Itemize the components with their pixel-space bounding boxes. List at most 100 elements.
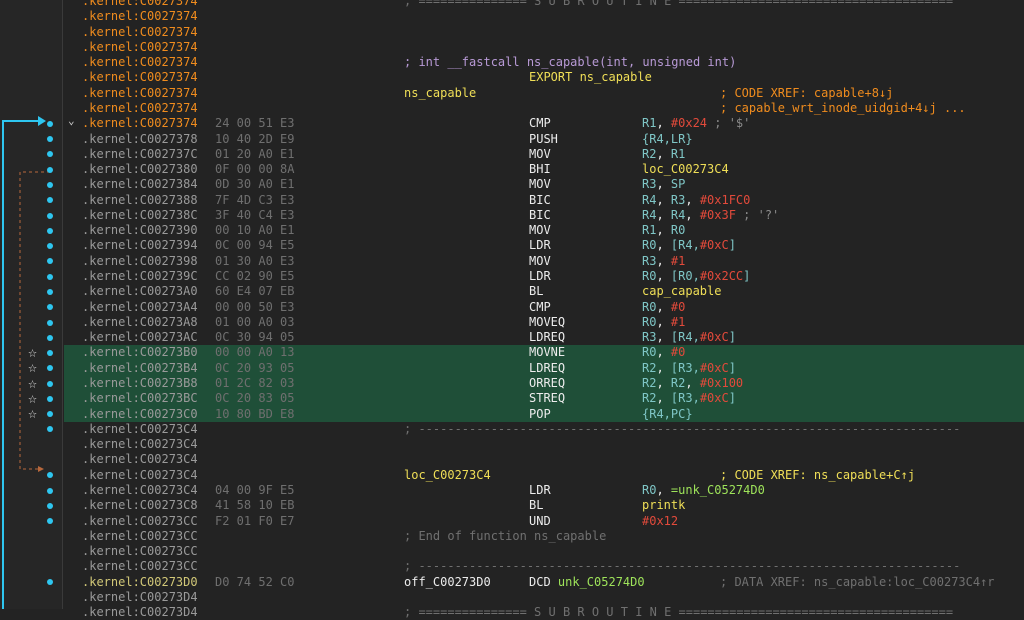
operands[interactable]: #0x12 (642, 514, 678, 529)
xref-comment[interactable]: ; DATA XREF: ns_capable:loc_C00273C4↑r (720, 575, 995, 590)
address[interactable]: .kernel:C00273C4 (82, 437, 198, 452)
address[interactable]: .kernel:C0027384 (82, 177, 198, 192)
listing-line[interactable]: .kernel:C00273BC 0C 20 83 05 STREQ R2, [R3,… (64, 391, 1024, 407)
operand-token[interactable]: printk (642, 498, 685, 512)
mnemonic[interactable]: LDR (529, 483, 551, 498)
mnemonic[interactable]: BL (529, 284, 543, 299)
operands[interactable]: R4, R3, #0x1FC0 (642, 193, 750, 208)
listing-line[interactable]: .kernel:C0027374 ; int __fastcall ns_capa… (64, 55, 1024, 70)
listing-line[interactable]: .kernel:C002737C 01 20 A0 E1 MOV R2, R1 (64, 147, 1024, 162)
address[interactable]: .kernel:C0027390 (82, 223, 198, 238)
mnemonic[interactable]: DCD unk_C05274D0 (529, 575, 645, 590)
mnemonic[interactable]: MOV (529, 254, 551, 269)
listing-line[interactable]: .kernel:C00273B4 0C 20 93 05 LDREQ R2, [R3,… (64, 360, 1024, 377)
listing-line[interactable]: .kernel:C0027374 ns_capable ; CODE XREF: c… (64, 86, 1024, 101)
dot-icon[interactable] (47, 227, 53, 234)
listing-line[interactable]: .kernel:C0027384 0D 30 A0 E1 MOV R3, SP (64, 177, 1024, 192)
mnemonic[interactable]: PUSH (529, 132, 558, 147)
operands[interactable]: R0, [R4,#0xC] (642, 238, 736, 253)
address[interactable]: .kernel:C002737C (82, 147, 198, 162)
chevron-down-icon[interactable]: ⌄ (68, 113, 75, 128)
listing-line[interactable]: .kernel:C0027374 ; capable_wrt_inode_uidg… (64, 101, 1024, 116)
listing-line[interactable]: .kernel:C00273CC ; ----------------------… (64, 559, 1024, 574)
operands[interactable]: R3, #1 (642, 254, 685, 269)
code-label[interactable]: off_C00273D0 (404, 575, 491, 590)
address[interactable]: .kernel:C0027388 (82, 193, 198, 208)
address[interactable]: .kernel:C002738C (82, 208, 198, 223)
address[interactable]: .kernel:C00273A4 (82, 300, 198, 315)
operands[interactable]: printk (642, 498, 685, 513)
star-icon[interactable]: ☆ (28, 406, 37, 421)
xref-comment[interactable]: ; capable_wrt_inode_uidgid+4↓j ... (720, 101, 966, 116)
address[interactable]: .kernel:C00273A8 (82, 315, 198, 330)
dot-icon[interactable] (47, 182, 53, 188)
address[interactable]: .kernel:C00273CC (82, 514, 198, 529)
listing-line[interactable]: .kernel:C0027378 10 40 2D E9 PUSH {R4,LR} (64, 132, 1024, 147)
mnemonic[interactable]: LDREQ (529, 361, 565, 376)
listing-line[interactable]: .kernel:C00273A0 60 E4 07 EB BL cap_capable (64, 284, 1024, 299)
operands[interactable]: R2, [R3,#0xC] (642, 391, 736, 406)
address[interactable]: .kernel:C002739C (82, 269, 198, 284)
address[interactable]: .kernel:C00273A0 (82, 284, 198, 299)
address[interactable]: .kernel:C00273CC (82, 559, 198, 574)
listing-line[interactable]: .kernel:C0027374 EXPORT ns_capable (64, 70, 1024, 85)
listing-line[interactable]: .kernel:C00273D4 ; =============== S U B … (64, 605, 1024, 620)
operands[interactable]: {R4,PC} (642, 407, 693, 422)
mnemonic[interactable]: MOVEQ (529, 315, 565, 330)
listing-line[interactable]: .kernel:C00273B0 00 00 A0 13 MOVNE R0, #0 (64, 345, 1024, 361)
listing-line[interactable]: .kernel:C00273C0 10 80 BD E8 POP {R4,PC} (64, 406, 1024, 422)
address[interactable]: .kernel:C0027374 (82, 101, 198, 116)
address[interactable]: .kernel:C0027374 (82, 116, 198, 131)
address[interactable]: .kernel:C00273CC (82, 529, 198, 544)
operands[interactable]: R0, [R0,#0x2CC] (642, 269, 750, 284)
dcd-target[interactable]: unk_C05274D0 (558, 575, 645, 589)
operands[interactable]: R1, R0 (642, 223, 685, 238)
address[interactable]: .kernel:C0027398 (82, 254, 198, 269)
address[interactable]: .kernel:C00273AC (82, 330, 198, 345)
mnemonic[interactable]: BHI (529, 162, 551, 177)
operands[interactable]: R0, #1 (642, 315, 685, 330)
listing-line[interactable]: .kernel:C00273C4 loc_C00273C4 ; CODE XREF:… (64, 468, 1024, 483)
address[interactable]: .kernel:C0027378 (82, 132, 198, 147)
mnemonic[interactable]: MOV (529, 223, 551, 238)
listing-line[interactable]: .kernel:C00273CC (64, 544, 1024, 559)
listing-line[interactable]: .kernel:C00273A4 00 00 50 E3 CMP R0, #0 (64, 300, 1024, 315)
mnemonic[interactable]: STREQ (529, 391, 565, 406)
mnemonic[interactable]: LDREQ (529, 330, 565, 345)
listing-line[interactable]: .kernel:C00273CC ; End of function ns_cap… (64, 529, 1024, 544)
address[interactable]: .kernel:C00273C4 (82, 452, 198, 467)
operand-token[interactable]: cap_capable (642, 284, 721, 298)
address[interactable]: .kernel:C00273C4 (82, 422, 198, 437)
dot-icon[interactable] (47, 288, 53, 295)
address[interactable]: .kernel:C0027374 (82, 55, 198, 70)
mnemonic[interactable]: EXPORT ns_capable (529, 70, 652, 85)
listing-line[interactable]: .kernel:C00273A8 01 00 A0 03 MOVEQ R0, #1 (64, 315, 1024, 330)
operands[interactable]: loc_C00273C4 (642, 162, 729, 177)
listing-line[interactable]: .kernel:C0027374 (64, 25, 1024, 40)
listing-line[interactable]: .kernel:C00273D4 (64, 590, 1024, 605)
listing-line[interactable]: .kernel:C00273C8 41 58 10 EB BL printk (64, 498, 1024, 513)
dot-icon[interactable] (47, 395, 53, 402)
mnemonic[interactable]: MOV (529, 147, 551, 162)
listing-line[interactable]: .kernel:C0027380 0F 00 00 8A BHI loc_C00273… (64, 162, 1024, 177)
dot-icon[interactable] (47, 502, 53, 509)
operands[interactable]: R0, =unk_C05274D0 (642, 483, 765, 498)
mnemonic[interactable]: POP (529, 407, 551, 422)
address[interactable]: .kernel:C0027374 (82, 25, 198, 40)
dot-icon[interactable] (47, 487, 53, 494)
dot-icon[interactable] (47, 166, 53, 173)
address[interactable]: .kernel:C0027374 (82, 70, 198, 85)
dot-icon[interactable] (47, 334, 53, 341)
operands[interactable]: R2, R1 (642, 147, 685, 162)
mnemonic[interactable]: LDR (529, 238, 551, 253)
operands[interactable]: {R4,LR} (642, 132, 693, 147)
listing-line[interactable]: .kernel:C00273D0 D0 74 52 C0 off_C00273D0 D… (64, 575, 1024, 590)
mnemonic[interactable]: BIC (529, 208, 551, 223)
listing-line[interactable]: ⌄ .kernel:C0027374 24 00 51 E3 CMP R1, #0x24… (64, 113, 1024, 131)
listing-line[interactable]: .kernel:C0027398 01 30 A0 E3 MOV R3, #1 (64, 254, 1024, 269)
address[interactable]: .kernel:C00273BC (82, 391, 198, 406)
mnemonic[interactable]: LDR (529, 269, 551, 284)
xref-comment[interactable]: ; CODE XREF: ns_capable+C↑j (720, 468, 915, 483)
mnemonic[interactable]: BL (529, 498, 543, 513)
mnemonic[interactable]: CMP (529, 116, 551, 131)
